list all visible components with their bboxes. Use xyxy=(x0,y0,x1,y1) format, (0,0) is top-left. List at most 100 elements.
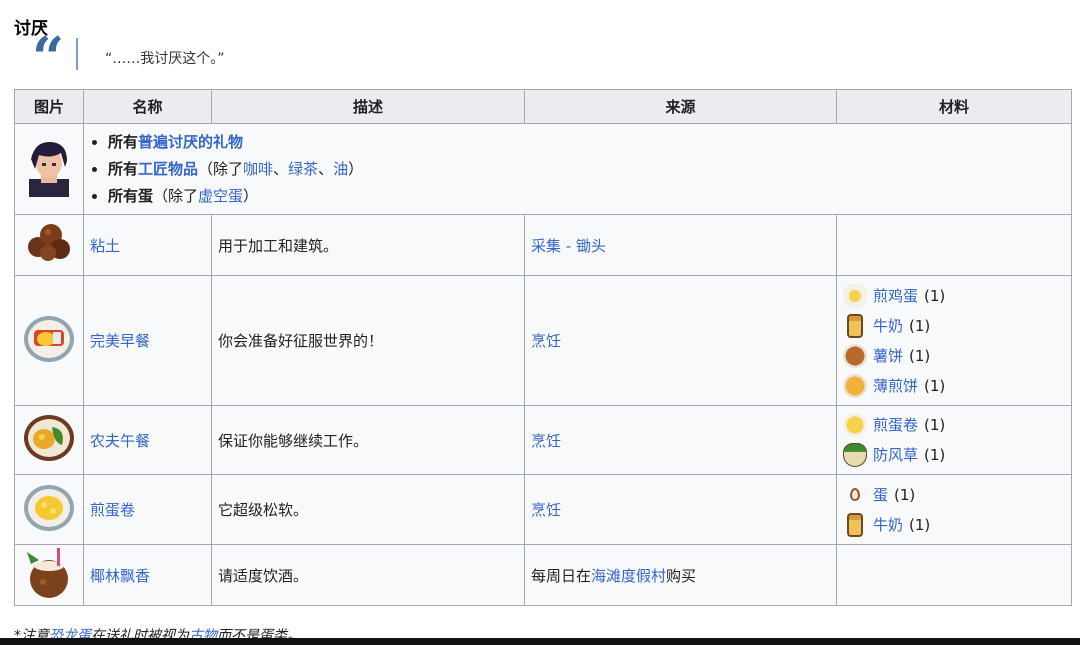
source-link[interactable]: 烹饪 xyxy=(531,332,561,350)
table-row: 椰林飘香 请适度饮酒。 每周日在海滩度假村购买 xyxy=(14,544,1072,606)
header-materials: 材料 xyxy=(836,89,1072,124)
material-count: (1) xyxy=(924,416,946,434)
name-cell: 农夫午餐 xyxy=(83,405,212,475)
material-link[interactable]: 牛奶 xyxy=(873,510,903,540)
fried-egg-icon xyxy=(843,283,867,308)
omelet-icon xyxy=(843,413,867,437)
summary-text: 所有蛋 xyxy=(108,186,154,205)
source-link[interactable]: 烹饪 xyxy=(531,501,561,519)
material-item: 防风草 (1) xyxy=(843,440,1065,470)
material-link[interactable]: 防风草 xyxy=(873,440,918,470)
item-name-link[interactable]: 粘土 xyxy=(90,237,120,255)
material-link[interactable]: 薄煎饼 xyxy=(873,371,918,401)
gift-table: 图片 名称 描述 来源 材料 • 所有普遍讨厌的礼物 • 所有工匠物品（除了咖啡… xyxy=(14,89,1072,606)
table-row: 完美早餐 你会准备好征服世界的！ 烹饪 煎鸡蛋 (1) 牛奶 (1) 薯饼 (1) 薄… xyxy=(14,275,1072,406)
pina-colada-icon xyxy=(27,548,68,598)
material-link[interactable]: 煎鸡蛋 xyxy=(873,281,918,311)
header-description: 描述 xyxy=(211,89,525,124)
materials-list: 煎蛋卷 (1) 防风草 (1) xyxy=(843,410,1065,470)
source-text: 购买 xyxy=(666,566,697,585)
window-bottom-edge xyxy=(0,638,1080,645)
summary-list: 所有普遍讨厌的礼物 所有工匠物品（除了咖啡、绿茶、油） 所有蛋（除了虚空蛋） xyxy=(90,129,1065,210)
milk-icon xyxy=(847,313,863,338)
summary-text: ） xyxy=(348,159,364,178)
image-cell xyxy=(14,405,84,475)
character-quote: “……我讨厌这个。” xyxy=(105,51,225,67)
source-text: 每周日在 xyxy=(531,566,592,585)
header-name: 名称 xyxy=(83,89,212,124)
description-cell: 请适度饮酒。 xyxy=(211,544,525,606)
material-item: 蛋 (1) xyxy=(843,480,1065,510)
table-row: 煎蛋卷 它超级松软。 烹饪 蛋 (1) 牛奶 (1) xyxy=(14,474,1072,545)
separator: 、 xyxy=(318,159,334,178)
materials-cell xyxy=(836,214,1072,276)
source-cell: 烹饪 xyxy=(524,474,837,545)
material-link[interactable]: 煎蛋卷 xyxy=(873,410,918,440)
header-source: 来源 xyxy=(524,89,837,124)
summary-text: 所有 xyxy=(108,159,139,178)
header-image: 图片 xyxy=(14,89,84,124)
item-name-link[interactable]: 椰林飘香 xyxy=(90,567,150,585)
material-count: (1) xyxy=(924,376,946,395)
material-count: (1) xyxy=(909,316,931,335)
item-name-link[interactable]: 完美早餐 xyxy=(90,332,150,350)
image-cell xyxy=(14,275,84,406)
table-row: 农夫午餐 保证你能够继续工作。 烹饪 煎蛋卷 (1) 防风草 (1) xyxy=(14,405,1072,475)
omelet-dish-icon xyxy=(24,484,74,531)
source-cell: 每周日在海滩度假村购买 xyxy=(524,544,837,606)
parsnip-icon xyxy=(843,443,867,467)
material-item: 薄煎饼 (1) xyxy=(843,371,1065,401)
materials-cell: 煎鸡蛋 (1) 牛奶 (1) 薯饼 (1) 薄煎饼 (1) xyxy=(836,275,1072,406)
summary-text: ） xyxy=(243,186,259,205)
material-count: (1) xyxy=(909,515,931,534)
list-item: 所有工匠物品（除了咖啡、绿茶、油） xyxy=(108,156,1065,183)
material-item: 牛奶 (1) xyxy=(843,510,1065,540)
list-item: 所有普遍讨厌的礼物 xyxy=(108,129,1065,156)
name-cell: 煎蛋卷 xyxy=(83,474,212,545)
void-egg-link[interactable]: 虚空蛋 xyxy=(198,187,243,205)
material-link[interactable]: 蛋 xyxy=(873,480,888,510)
table-row-summary: 所有普遍讨厌的礼物 所有工匠物品（除了咖啡、绿茶、油） 所有蛋（除了虚空蛋） xyxy=(14,123,1072,215)
coffee-link[interactable]: 咖啡 xyxy=(243,160,273,178)
list-item: 所有蛋（除了虚空蛋） xyxy=(108,183,1065,210)
summary-text: （除了 xyxy=(198,159,244,178)
source-link[interactable]: 烹饪 xyxy=(531,432,561,450)
image-cell xyxy=(14,214,84,276)
material-item: 牛奶 (1) xyxy=(843,311,1065,341)
hashbrowns-icon xyxy=(843,343,867,368)
item-name-link[interactable]: 农夫午餐 xyxy=(90,432,150,450)
clay-icon xyxy=(28,224,70,261)
name-cell: 粘土 xyxy=(83,214,212,276)
pancakes-icon xyxy=(843,373,867,398)
name-cell: 完美早餐 xyxy=(83,275,212,406)
image-cell xyxy=(14,544,84,606)
milk-icon xyxy=(847,512,863,537)
green-tea-link[interactable]: 绿茶 xyxy=(288,160,318,178)
material-link[interactable]: 薯饼 xyxy=(873,341,903,371)
summary-text: （除了 xyxy=(153,186,199,205)
artisan-goods-link[interactable]: 工匠物品 xyxy=(138,160,198,178)
complete-breakfast-icon xyxy=(24,315,74,362)
separator: 、 xyxy=(273,159,289,178)
oil-link[interactable]: 油 xyxy=(333,160,348,178)
source-link[interactable]: 采集 - 锄头 xyxy=(531,237,606,255)
table-header-row: 图片 名称 描述 来源 材料 xyxy=(14,89,1072,124)
item-name-link[interactable]: 煎蛋卷 xyxy=(90,501,135,519)
beach-resort-link[interactable]: 海滩度假村 xyxy=(591,567,666,585)
character-portrait-icon xyxy=(29,141,69,197)
page: 讨厌 “ “……我讨厌这个。” 图片 名称 描述 来源 材料 • 所有普遍讨厌的… xyxy=(0,0,1080,645)
material-count: (1) xyxy=(924,286,946,305)
materials-list: 煎鸡蛋 (1) 牛奶 (1) 薯饼 (1) 薄煎饼 (1) xyxy=(843,281,1065,401)
name-cell: 椰林飘香 xyxy=(83,544,212,606)
source-cell: 采集 - 锄头 xyxy=(524,214,837,276)
material-link[interactable]: 牛奶 xyxy=(873,311,903,341)
summary-cell: 所有普遍讨厌的礼物 所有工匠物品（除了咖啡、绿茶、油） 所有蛋（除了虚空蛋） xyxy=(83,123,1072,215)
material-item: 煎蛋卷 (1) xyxy=(843,410,1065,440)
egg-icon xyxy=(850,488,860,501)
source-cell: 烹饪 xyxy=(524,275,837,406)
source-cell: 烹饪 xyxy=(524,405,837,475)
universal-hates-link[interactable]: 普遍讨厌的礼物 xyxy=(138,133,243,151)
quote-divider xyxy=(76,38,78,70)
materials-cell: 煎蛋卷 (1) 防风草 (1) xyxy=(836,405,1072,475)
materials-cell: 蛋 (1) 牛奶 (1) xyxy=(836,474,1072,545)
